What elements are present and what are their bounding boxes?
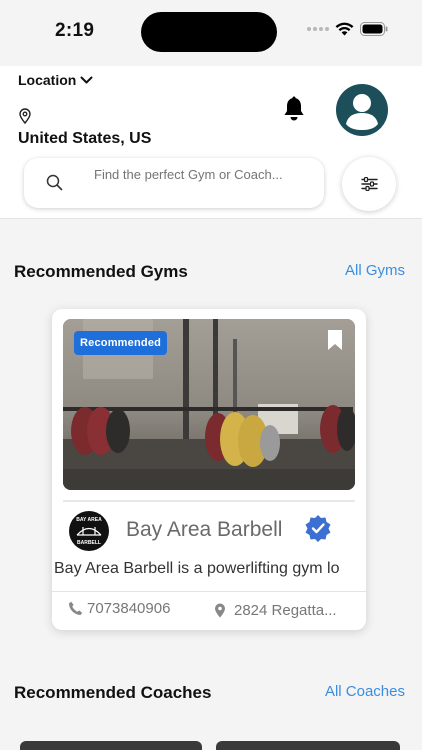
card-divider xyxy=(52,591,366,592)
filter-button[interactable] xyxy=(342,157,396,211)
phone-number: 7073840906 xyxy=(87,600,171,617)
user-avatar-icon[interactable] xyxy=(336,84,388,136)
filter-sliders-icon xyxy=(360,177,378,191)
status-time: 2:19 xyxy=(55,20,95,41)
search-box[interactable] xyxy=(24,158,324,208)
location-icon xyxy=(215,603,225,618)
status-icons xyxy=(307,22,388,36)
all-coaches-link[interactable]: All Coaches xyxy=(325,683,405,700)
card-divider xyxy=(63,500,355,502)
all-gyms-link[interactable]: All Gyms xyxy=(345,262,405,279)
recommended-gyms-title: Recommended Gyms xyxy=(14,262,188,281)
address-text: 2824 Regatta... xyxy=(234,602,337,619)
signal-dots-icon xyxy=(307,27,329,31)
map-pin-icon xyxy=(19,108,31,129)
recommended-coaches-title: Recommended Coaches xyxy=(14,683,212,702)
gym-photo: Recommended xyxy=(63,319,355,490)
search-input[interactable] xyxy=(94,167,294,201)
coach-card[interactable] xyxy=(20,741,202,750)
verified-badge-icon xyxy=(305,515,331,542)
bookmark-icon[interactable] xyxy=(327,329,343,351)
bell-icon[interactable] xyxy=(282,96,306,127)
gym-logo: BAY AREA BARBELL xyxy=(69,511,109,551)
search-icon xyxy=(46,174,63,191)
gym-name: Bay Area Barbell xyxy=(126,518,283,541)
dynamic-island xyxy=(141,12,277,52)
phone-icon xyxy=(69,601,83,615)
gym-card[interactable]: Recommended BAY AREA BARBELL Bay Area Ba… xyxy=(52,309,366,630)
chevron-down-icon xyxy=(80,76,93,83)
wifi-icon xyxy=(335,22,354,36)
location-label: Location xyxy=(18,72,77,88)
location-header: Location United States, US xyxy=(0,66,422,219)
gym-description: Bay Area Barbell is a powerlifting gym l… xyxy=(54,560,340,577)
gym-address[interactable]: 2824 Regatta... xyxy=(214,602,337,619)
coach-card[interactable] xyxy=(216,741,400,750)
location-value: United States, US xyxy=(18,130,152,147)
gym-phone[interactable]: 7073840906 xyxy=(68,600,170,617)
location-dropdown[interactable]: Location xyxy=(18,72,93,88)
battery-icon xyxy=(360,22,388,36)
status-bar: 2:19 xyxy=(0,0,422,66)
recommended-badge: Recommended xyxy=(74,331,168,355)
